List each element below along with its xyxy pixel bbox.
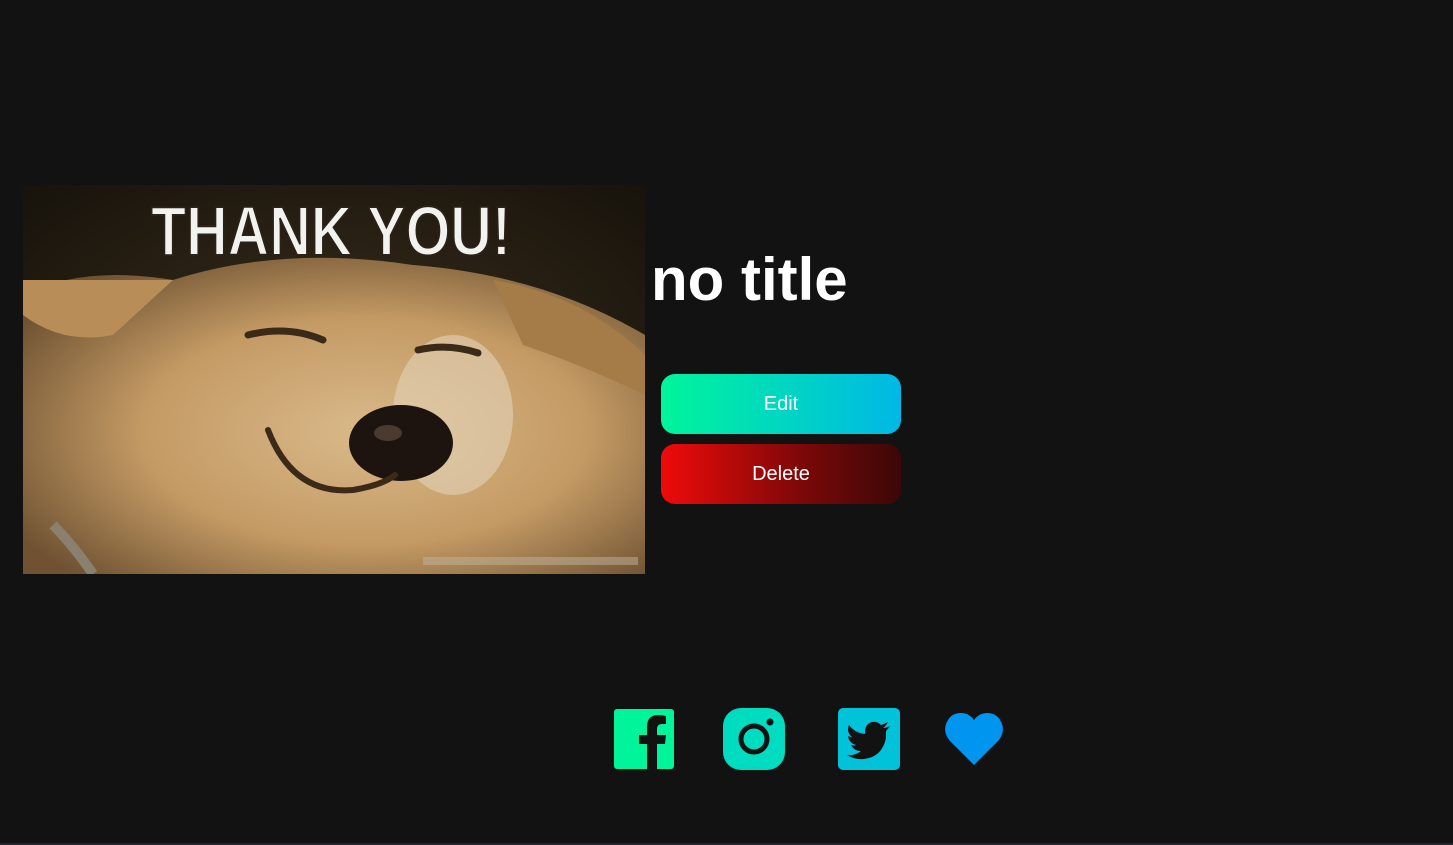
delete-button[interactable]: Delete bbox=[661, 444, 901, 504]
post-image: THANK YOU! bbox=[23, 185, 645, 574]
post-detail-page: THANK YOU! no title Edit Delete bbox=[0, 0, 1453, 845]
edit-button[interactable]: Edit bbox=[661, 374, 901, 434]
image-caption: THANK YOU! bbox=[151, 192, 511, 270]
facebook-icon[interactable] bbox=[611, 706, 677, 772]
post-title: no title bbox=[651, 246, 848, 313]
heart-icon[interactable] bbox=[941, 706, 1007, 772]
twitter-icon[interactable] bbox=[836, 706, 902, 772]
instagram-icon[interactable] bbox=[721, 706, 787, 772]
